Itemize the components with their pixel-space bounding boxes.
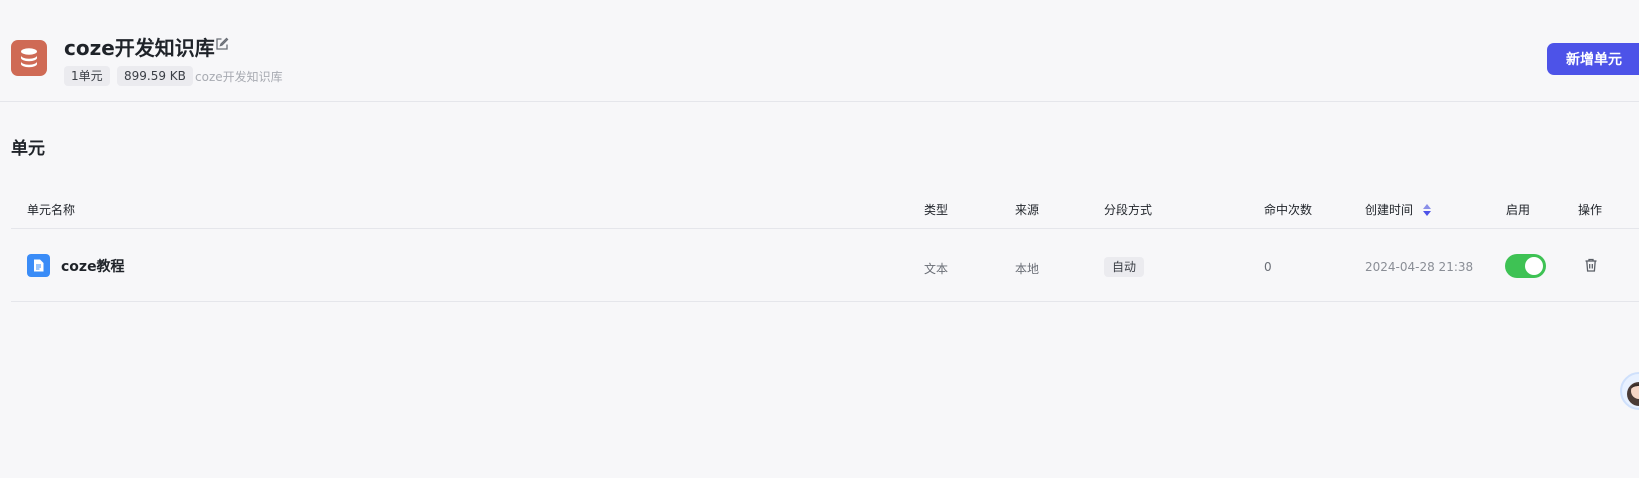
unit-type: 文本: [924, 262, 949, 276]
unit-source: 本地: [1015, 262, 1040, 276]
unit-count-badge: 1单元: [64, 66, 110, 86]
document-icon: [27, 254, 50, 277]
sort-icon[interactable]: [1422, 203, 1431, 216]
section-title: 单元: [11, 139, 45, 159]
kb-header: coze开发知识库 1单元 899.59 KB coze开发知识库 新增单元: [0, 0, 1639, 102]
column-header-source: 来源: [1015, 203, 1040, 217]
database-icon: [11, 40, 47, 76]
enable-toggle[interactable]: [1505, 254, 1546, 278]
unit-name[interactable]: coze教程: [61, 256, 125, 276]
column-header-created-label: 创建时间: [1365, 203, 1414, 217]
column-header-enabled: 启用: [1506, 203, 1531, 217]
trash-icon[interactable]: [1583, 257, 1599, 273]
toggle-knob: [1525, 257, 1543, 275]
add-unit-button[interactable]: 新增单元: [1547, 43, 1639, 75]
hit-count: 0: [1264, 260, 1272, 274]
column-header-actions: 操作: [1578, 203, 1603, 217]
edit-icon[interactable]: [214, 36, 230, 52]
kb-description: coze开发知识库: [195, 70, 283, 84]
column-header-segmentation: 分段方式: [1104, 203, 1153, 217]
column-header-type: 类型: [924, 203, 949, 217]
assistant-avatar[interactable]: [1620, 372, 1639, 410]
segmentation-badge: 自动: [1104, 257, 1145, 277]
column-header-name: 单元名称: [27, 203, 76, 217]
column-header-hits: 命中次数: [1264, 203, 1313, 217]
knowledge-base-page: coze开发知识库 1单元 899.59 KB coze开发知识库 新增单元 单…: [0, 0, 1639, 478]
table-row-divider: [11, 301, 1639, 302]
column-header-created[interactable]: 创建时间: [1365, 201, 1431, 218]
kb-title: coze开发知识库: [64, 36, 215, 60]
created-time: 2024-04-28 21:38: [1365, 260, 1474, 274]
size-badge: 899.59 KB: [117, 66, 193, 86]
table-header-divider: [11, 228, 1639, 229]
